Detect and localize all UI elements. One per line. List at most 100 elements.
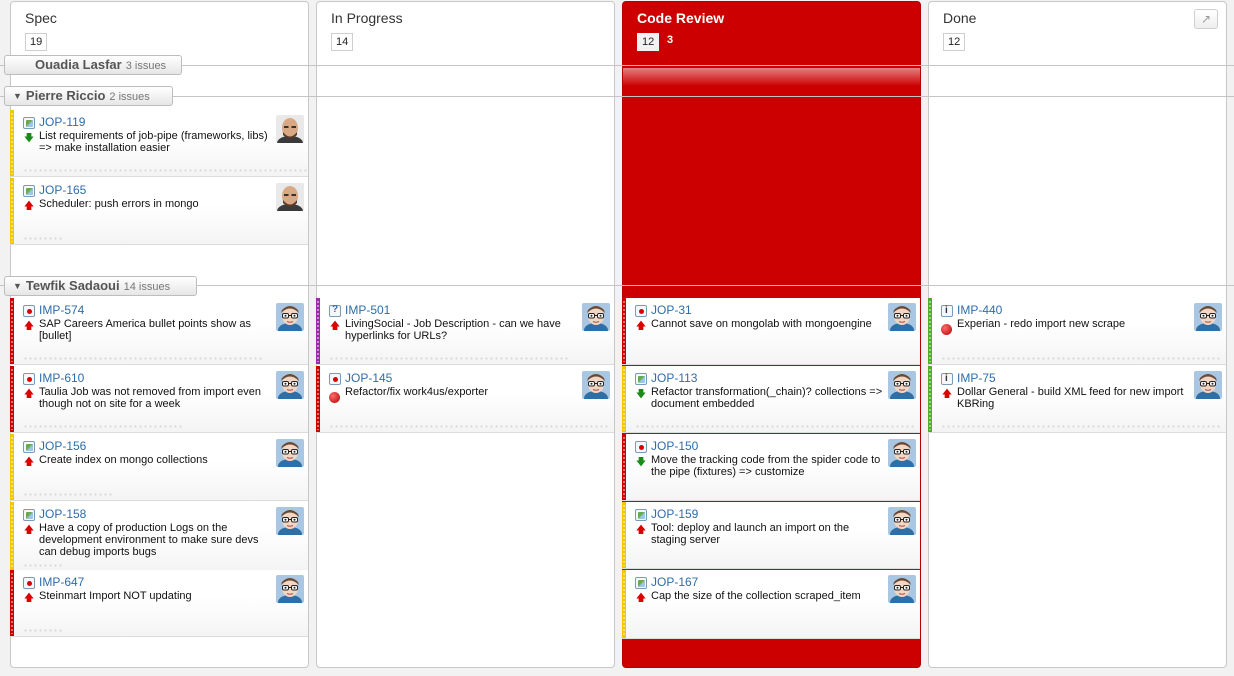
issue-type-bug-icon (329, 373, 341, 385)
issue-key-link[interactable]: JOP-150 (651, 439, 698, 453)
swimlane-divider (0, 96, 1234, 97)
priority-stripe (10, 434, 14, 500)
issue-key-link[interactable]: JOP-119 (39, 115, 85, 129)
issue-card[interactable]: IMP-647 🡅 Steinmart Import NOT updating (10, 570, 308, 637)
issue-card[interactable]: JOP-158 🡅 Have a copy of production Logs o… (10, 502, 308, 572)
bald-user-avatar (276, 115, 304, 143)
priority-blocker-icon (941, 324, 952, 335)
priority-stripe (316, 298, 320, 364)
issue-card[interactable]: JOP-156 🡅 Create index on mongo collection… (10, 434, 308, 501)
issue-card[interactable]: JOP-145 Refactor/fix work4us/exporter (316, 366, 614, 433)
glasses-user-avatar (888, 575, 916, 603)
priority-up-icon: 🡅 (23, 389, 35, 400)
priority-down-icon: 🡇 (23, 133, 35, 144)
priority-blocker-icon (329, 392, 340, 403)
issue-key-link[interactable]: JOP-113 (651, 371, 697, 385)
column-count-badge: 19 (25, 33, 48, 51)
collapse-triangle-icon[interactable]: ▼ (13, 87, 22, 105)
priority-stripe (10, 178, 14, 244)
bald-user-avatar (276, 183, 304, 211)
issue-key-link[interactable]: JOP-167 (651, 575, 698, 589)
issue-card[interactable]: IMP-610 🡅 Taulia Job was not removed from … (10, 366, 308, 433)
issue-key-link[interactable]: IMP-610 (39, 371, 84, 385)
glasses-user-avatar (276, 303, 304, 331)
priority-stripe (10, 110, 14, 176)
issue-card[interactable]: JOP-150 🡇 Move the tracking code from the … (622, 434, 920, 501)
swimlane-name: Tewfik Sadaoui (25, 278, 120, 293)
issue-summary: LivingSocial - Job Description - can we … (345, 318, 561, 342)
issue-type-story-icon (23, 441, 35, 453)
issue-key-link[interactable]: JOP-159 (651, 507, 698, 521)
issue-key-link[interactable]: JOP-156 (39, 439, 86, 453)
issue-card[interactable]: JOP-31 🡅 Cannot save on mongolab with mong… (622, 298, 920, 365)
glasses-user-avatar (1194, 303, 1222, 331)
glasses-user-avatar (888, 439, 916, 467)
expand-arrow-icon[interactable]: ↗ (1194, 9, 1218, 29)
priority-up-icon: 🡅 (635, 593, 647, 604)
swimlane-header-tewfik-sadaoui[interactable]: ▼ Tewfik Sadaoui 14 issues (4, 276, 197, 296)
priority-stripe (622, 502, 626, 568)
issue-card[interactable]: JOP-113 🡇 Refactor transformation(_chain)?… (622, 366, 920, 433)
issue-card[interactable]: JOP-159 🡅 Tool: deploy and launch an impor… (622, 502, 920, 569)
priority-stripe (622, 298, 626, 364)
card-progress-dots (635, 425, 915, 428)
issue-key-link[interactable]: IMP-501 (345, 303, 390, 317)
glasses-user-avatar (888, 303, 916, 331)
column-title: Done (943, 10, 977, 26)
issue-key-link[interactable]: JOP-145 (345, 371, 392, 385)
card-progress-dots (23, 169, 308, 172)
issue-type-info-icon (941, 373, 953, 385)
collapse-triangle-icon[interactable]: ▼ (13, 277, 22, 295)
priority-up-icon: 🡅 (23, 201, 35, 212)
issue-key-link[interactable]: IMP-647 (39, 575, 84, 589)
glasses-user-avatar (582, 303, 610, 331)
glasses-user-avatar (276, 575, 304, 603)
issue-summary: Move the tracking code from the spider c… (651, 454, 881, 478)
issue-card[interactable]: IMP-440Experian - redo import new scrape (928, 298, 1226, 365)
issue-key-link[interactable]: IMP-574 (39, 303, 84, 317)
issue-card[interactable]: IMP-501 🡅 LivingSocial - Job Description -… (316, 298, 614, 365)
issue-card[interactable]: JOP-165 🡅 Scheduler: push errors in mongo (10, 178, 308, 245)
issue-summary: List requirements of job-pipe (framework… (39, 130, 268, 154)
issue-key-link[interactable]: IMP-440 (957, 303, 1002, 317)
priority-up-icon: 🡅 (941, 389, 953, 400)
issue-type-story-icon (23, 509, 35, 521)
swimlane-header-pierre-riccio[interactable]: ▼ Pierre Riccio 2 issues (4, 86, 173, 106)
issue-summary: Cap the size of the collection scraped_i… (651, 590, 861, 602)
issue-card[interactable]: IMP-574 🡅 SAP Careers America bullet point… (10, 298, 308, 365)
priority-up-icon: 🡅 (23, 457, 35, 468)
priority-stripe (10, 570, 14, 636)
issue-card[interactable]: IMP-75 🡅 Dollar General - build XML feed f… (928, 366, 1226, 433)
column-header: Spec 19 (11, 2, 308, 58)
issue-key-link[interactable]: JOP-158 (39, 507, 86, 521)
priority-up-icon: 🡅 (329, 321, 341, 332)
issue-summary: Have a copy of production Logs on the de… (39, 522, 259, 558)
swimlane-header-ouadia-lasfar[interactable]: Ouadia Lasfar 3 issues (4, 55, 182, 75)
issue-type-bug-icon (23, 577, 35, 589)
issue-type-story-icon (23, 117, 35, 129)
swimlane-divider (0, 65, 1234, 66)
issue-summary: SAP Careers America bullet points show a… (39, 318, 251, 342)
issue-card[interactable]: JOP-119 🡇 List requirements of job-pipe (f… (10, 110, 308, 177)
column-header: In Progress 14 (317, 2, 614, 58)
card-progress-dots (23, 564, 63, 567)
issue-summary: Refactor/fix work4us/exporter (345, 386, 489, 398)
priority-stripe (928, 366, 932, 432)
issue-card[interactable]: JOP-167 🡅 Cap the size of the collection s… (622, 570, 920, 639)
card-progress-dots (329, 425, 609, 428)
priority-stripe (10, 366, 14, 432)
priority-stripe (622, 570, 626, 638)
issue-summary: Tool: deploy and launch an import on the… (651, 522, 850, 546)
issue-summary: Dollar General - build XML feed for new … (957, 386, 1184, 410)
issue-key-link[interactable]: JOP-165 (39, 183, 86, 197)
column-title: Code Review (637, 10, 725, 26)
card-progress-dots (23, 425, 183, 428)
glasses-user-avatar (888, 371, 916, 399)
priority-stripe (10, 298, 14, 364)
column-count-badge: 12 (637, 33, 660, 51)
priority-stripe (316, 366, 320, 432)
issue-key-link[interactable]: JOP-31 (651, 303, 692, 317)
card-progress-dots (941, 425, 1221, 428)
issue-key-link[interactable]: IMP-75 (957, 371, 996, 385)
issue-type-bug-icon (635, 305, 647, 317)
